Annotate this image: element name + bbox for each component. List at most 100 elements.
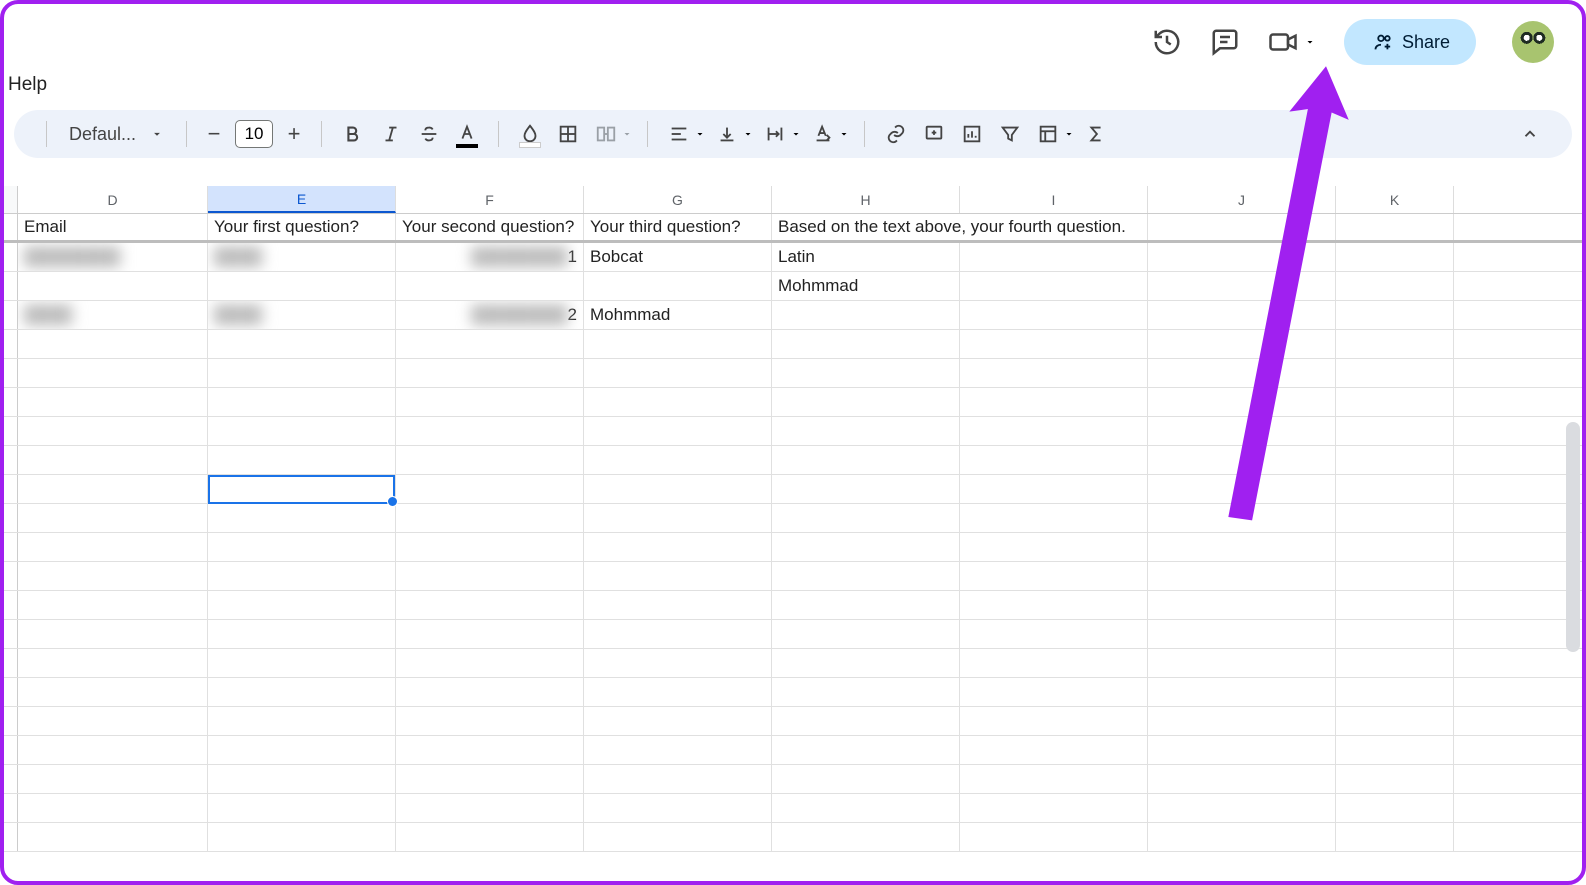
cell[interactable] <box>396 678 584 706</box>
cell[interactable] <box>18 794 208 822</box>
cell[interactable] <box>1148 649 1336 677</box>
cell[interactable] <box>1148 301 1336 329</box>
column-header-I[interactable]: I <box>960 186 1148 213</box>
cell[interactable] <box>584 475 772 503</box>
cell[interactable]: Your second question? <box>396 214 584 240</box>
italic-button[interactable] <box>374 117 408 151</box>
cell[interactable] <box>772 388 960 416</box>
cell[interactable] <box>18 736 208 764</box>
cell[interactable] <box>396 533 584 561</box>
cell[interactable] <box>208 504 396 532</box>
cell[interactable]: ████ <box>208 243 396 271</box>
cell[interactable] <box>1148 823 1336 851</box>
collapse-toolbar-button[interactable] <box>1510 114 1550 154</box>
cell[interactable] <box>584 765 772 793</box>
cell[interactable] <box>396 736 584 764</box>
column-header-F[interactable]: F <box>396 186 584 213</box>
cell[interactable] <box>1148 388 1336 416</box>
cell[interactable] <box>1336 330 1454 358</box>
font-select[interactable]: Defaul... <box>61 124 172 145</box>
cell[interactable] <box>584 591 772 619</box>
cell[interactable] <box>1148 678 1336 706</box>
cell[interactable] <box>1148 504 1336 532</box>
cell[interactable] <box>960 417 1148 445</box>
cell[interactable] <box>1148 272 1336 300</box>
cell[interactable] <box>772 417 960 445</box>
cell[interactable] <box>18 707 208 735</box>
cell[interactable]: Mohmmad <box>772 272 960 300</box>
vertical-scrollbar[interactable] <box>1566 422 1580 652</box>
strikethrough-button[interactable] <box>412 117 446 151</box>
column-header-J[interactable]: J <box>1148 186 1336 213</box>
filter-views-button[interactable] <box>1031 117 1065 151</box>
cell[interactable]: ████ <box>18 301 208 329</box>
cell[interactable] <box>960 562 1148 590</box>
menu-help[interactable]: Help <box>4 62 1582 102</box>
cell[interactable] <box>396 359 584 387</box>
cell[interactable] <box>208 649 396 677</box>
cell[interactable] <box>1336 504 1454 532</box>
horizontal-align-button[interactable] <box>662 117 696 151</box>
cell[interactable] <box>960 504 1148 532</box>
cell[interactable] <box>772 533 960 561</box>
cell[interactable] <box>1148 417 1336 445</box>
insert-chart-button[interactable] <box>955 117 989 151</box>
cell[interactable] <box>772 794 960 822</box>
cell[interactable] <box>1336 272 1454 300</box>
cell[interactable] <box>1148 475 1336 503</box>
cell[interactable] <box>1336 214 1454 240</box>
caret-down-icon[interactable] <box>838 128 850 140</box>
cell[interactable] <box>584 533 772 561</box>
cell[interactable] <box>584 504 772 532</box>
cell[interactable] <box>1148 562 1336 590</box>
cell[interactable]: Email <box>18 214 208 240</box>
caret-down-icon[interactable] <box>742 128 754 140</box>
cell[interactable] <box>18 562 208 590</box>
cell[interactable] <box>1336 301 1454 329</box>
cell[interactable] <box>396 330 584 358</box>
cell[interactable] <box>1336 591 1454 619</box>
cell[interactable]: Bobcat <box>584 243 772 271</box>
cell[interactable] <box>772 446 960 474</box>
cell[interactable] <box>396 794 584 822</box>
text-rotation-button[interactable] <box>806 117 840 151</box>
cell[interactable] <box>584 823 772 851</box>
cell[interactable] <box>584 446 772 474</box>
cell[interactable] <box>1336 243 1454 271</box>
cell[interactable] <box>1148 736 1336 764</box>
cell[interactable]: Your third question? <box>584 214 772 240</box>
cell[interactable] <box>208 359 396 387</box>
cell[interactable] <box>208 562 396 590</box>
cell[interactable] <box>960 475 1148 503</box>
functions-button[interactable] <box>1079 117 1113 151</box>
cell[interactable] <box>18 649 208 677</box>
comments-icon[interactable] <box>1210 27 1240 57</box>
cell[interactable] <box>208 736 396 764</box>
cell[interactable] <box>18 330 208 358</box>
cell[interactable] <box>772 765 960 793</box>
merge-cells-button[interactable] <box>589 117 623 151</box>
cell[interactable]: ████ <box>208 301 396 329</box>
cell[interactable] <box>208 272 396 300</box>
cell[interactable] <box>1148 765 1336 793</box>
caret-down-icon[interactable] <box>790 128 802 140</box>
cell[interactable] <box>396 475 584 503</box>
cell[interactable] <box>1336 794 1454 822</box>
cell[interactable] <box>1336 562 1454 590</box>
cell[interactable] <box>1148 446 1336 474</box>
cell[interactable] <box>208 823 396 851</box>
cell[interactable]: Mohmmad <box>584 301 772 329</box>
cell[interactable] <box>1336 620 1454 648</box>
bold-button[interactable] <box>336 117 370 151</box>
cell[interactable] <box>960 823 1148 851</box>
cell[interactable] <box>208 417 396 445</box>
cell[interactable] <box>772 562 960 590</box>
cell[interactable] <box>584 330 772 358</box>
caret-down-icon[interactable] <box>1063 128 1075 140</box>
cell[interactable] <box>396 417 584 445</box>
cell[interactable] <box>1336 359 1454 387</box>
cell[interactable] <box>960 301 1148 329</box>
cell[interactable] <box>1148 243 1336 271</box>
cell[interactable] <box>960 272 1148 300</box>
font-size-input[interactable] <box>235 120 273 148</box>
